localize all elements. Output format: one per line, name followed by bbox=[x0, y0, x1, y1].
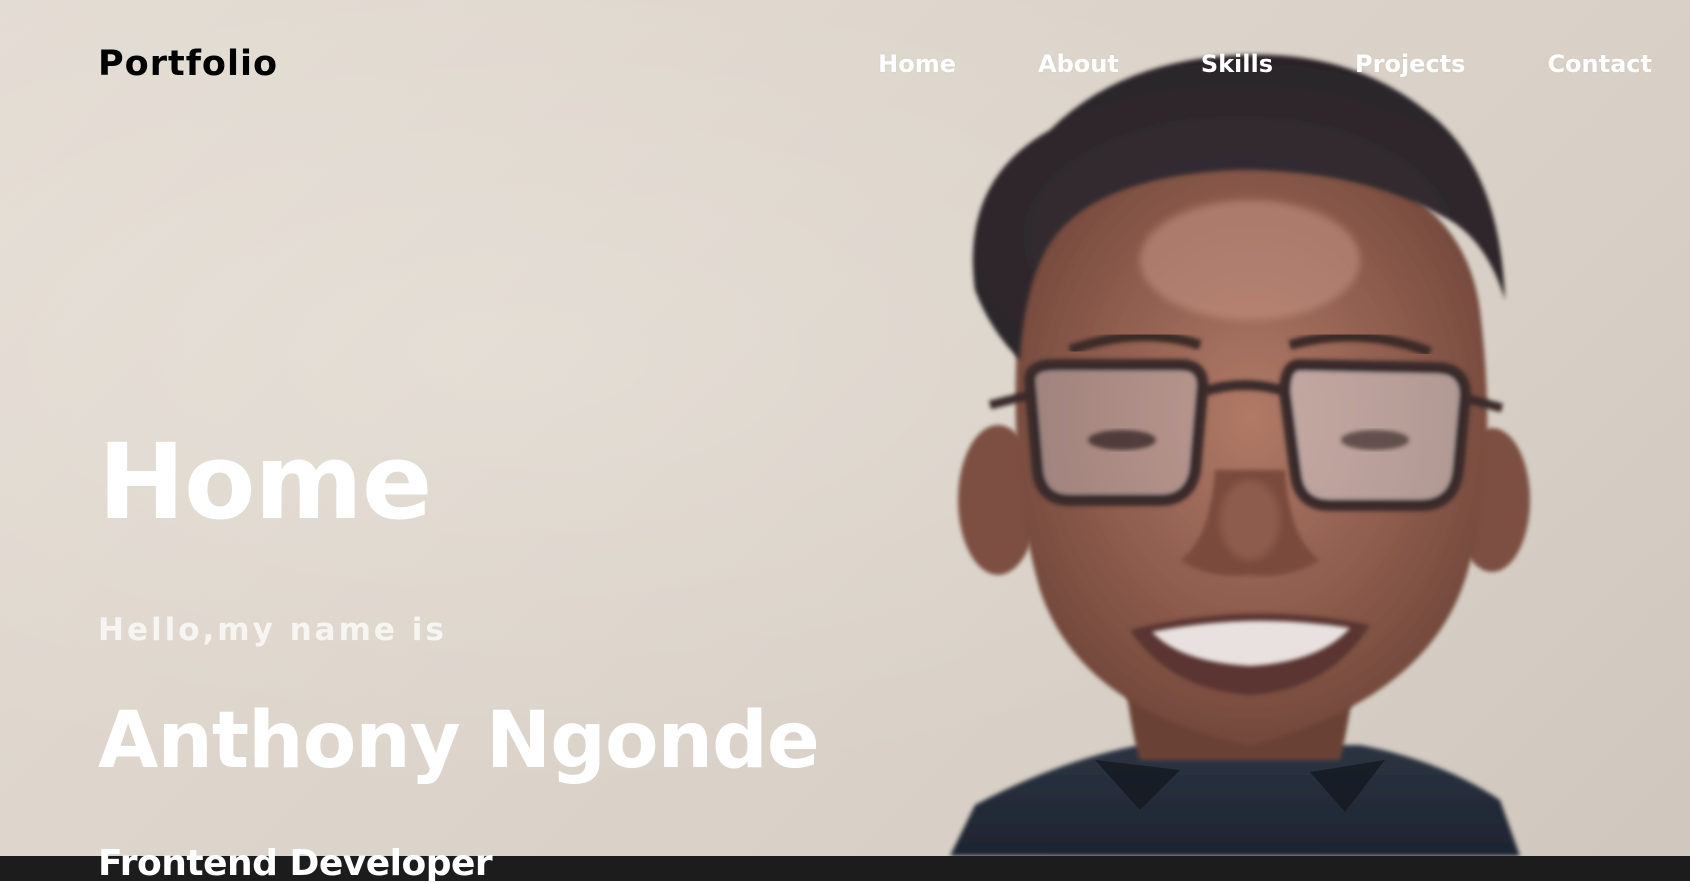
hero-role: Frontend Developer bbox=[98, 843, 493, 883]
hero-greeting: Hello,my name is bbox=[98, 612, 447, 648]
portfolio-page: Portfolio Home About Skills Projects Con… bbox=[0, 0, 1690, 883]
nav-link-contact[interactable]: Contact bbox=[1547, 50, 1652, 78]
nav-link-projects[interactable]: Projects bbox=[1355, 50, 1465, 78]
main-nav: Home About Skills Projects Contact bbox=[796, 50, 1652, 78]
hero-section: Home bbox=[98, 421, 432, 543]
hero-name: Anthony Ngonde bbox=[98, 696, 820, 786]
site-header: Portfolio Home About Skills Projects Con… bbox=[0, 0, 1690, 134]
nav-link-skills[interactable]: Skills bbox=[1201, 50, 1273, 78]
site-logo[interactable]: Portfolio bbox=[98, 44, 278, 84]
nav-link-home[interactable]: Home bbox=[878, 50, 956, 78]
nav-link-about[interactable]: About bbox=[1038, 50, 1119, 78]
hero-heading: Home bbox=[98, 421, 432, 543]
